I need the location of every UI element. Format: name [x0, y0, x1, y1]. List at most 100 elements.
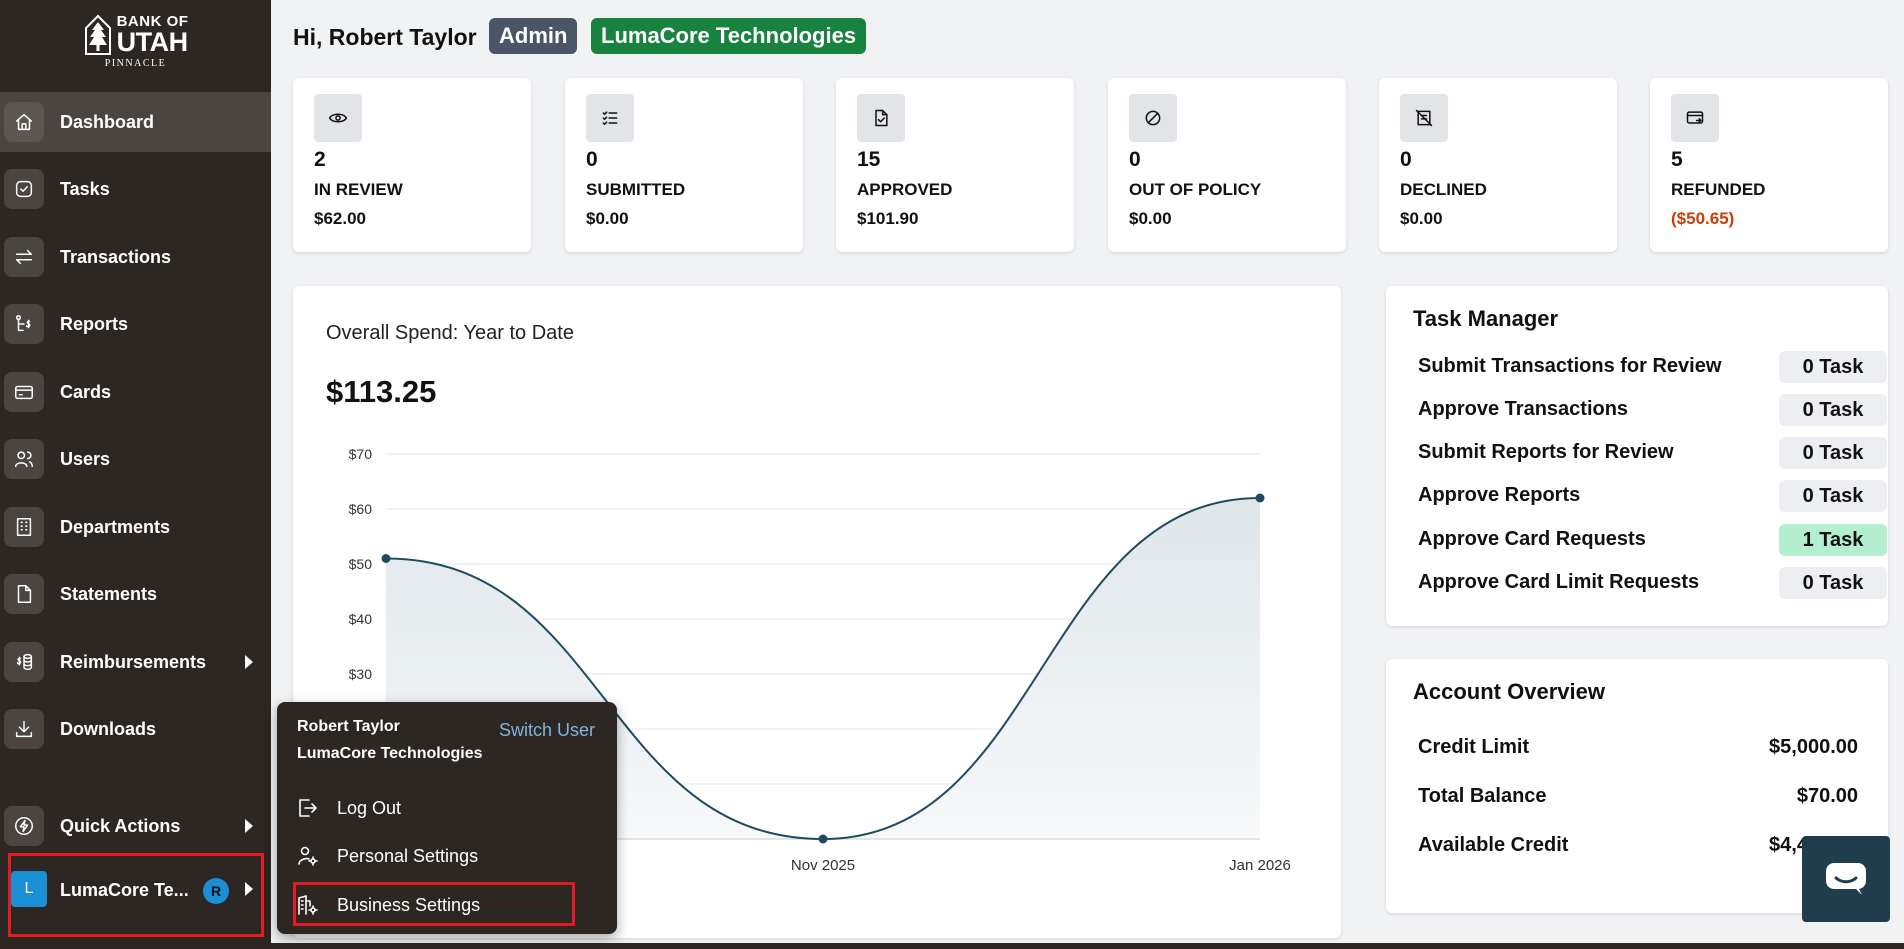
- checklist-icon: [586, 94, 634, 142]
- account-label: Credit Limit: [1418, 736, 1530, 758]
- business-settings-menu-item[interactable]: Business Settings: [295, 887, 595, 923]
- sidebar-item-label: Cards: [60, 381, 112, 402]
- caret-right-icon: [245, 819, 253, 833]
- sidebar-item-label: Tasks: [60, 178, 110, 199]
- y-tick-label: $40: [349, 611, 373, 627]
- stat-amount: $0.00: [586, 209, 629, 228]
- y-tick-label: $60: [349, 501, 373, 517]
- dollar-coins-icon: [4, 642, 44, 682]
- task-count-badge: 0 Task: [1779, 394, 1887, 426]
- sidebar-item-users[interactable]: Users: [0, 429, 271, 489]
- y-tick-label: $50: [349, 556, 373, 572]
- sidebar-item-tasks[interactable]: Tasks: [0, 159, 271, 219]
- company-badge: LumaCore Technologies: [591, 18, 867, 54]
- stat-count: 2: [314, 148, 326, 171]
- stat-label: IN REVIEW: [314, 180, 403, 199]
- task-row[interactable]: Submit Transactions for Review 0 Task: [1418, 350, 1887, 383]
- task-count-badge: 0 Task: [1779, 437, 1887, 469]
- sidebar-item-label: Downloads: [60, 718, 157, 739]
- sidebar-item-reimbursements[interactable]: Reimbursements: [0, 632, 271, 692]
- sidebar-item-quick-actions[interactable]: Quick Actions: [0, 796, 271, 856]
- stat-card-approved[interactable]: 15 APPROVED $101.90: [836, 78, 1074, 252]
- menu-item-label: Log Out: [337, 798, 402, 818]
- task-count-badge: 0 Task: [1779, 480, 1887, 512]
- sidebar-item-label: Reports: [60, 313, 129, 334]
- check-circle-icon: [4, 169, 44, 209]
- stat-card-in-review[interactable]: 2 IN REVIEW $62.00: [293, 78, 531, 252]
- users-icon: [4, 439, 44, 479]
- sidebar-item-label: Dashboard: [60, 111, 155, 132]
- popup-user-name: Robert Taylor: [297, 718, 400, 735]
- stat-card-refunded[interactable]: 5 REFUNDED ($50.65): [1650, 78, 1888, 252]
- sidebar-item-label: Statements: [60, 583, 158, 604]
- switch-user-link[interactable]: Switch User: [499, 720, 595, 741]
- task-label: Submit Transactions for Review: [1418, 355, 1722, 377]
- receipt-off-icon: [1400, 94, 1448, 142]
- stat-card-submitted[interactable]: 0 SUBMITTED $0.00: [565, 78, 803, 252]
- user-gear-icon: [298, 846, 318, 866]
- building-gear-icon: [298, 895, 318, 915]
- file-icon: [4, 574, 44, 614]
- stat-label: OUT OF POLICY: [1129, 180, 1262, 199]
- task-label: Approve Card Requests: [1418, 528, 1646, 550]
- stat-card-declined[interactable]: 0 DECLINED $0.00: [1379, 78, 1617, 252]
- sidebar-item-transactions[interactable]: Transactions: [0, 227, 271, 287]
- x-tick-label: Nov 2025: [791, 857, 855, 874]
- task-row[interactable]: Approve Reports 0 Task: [1418, 479, 1887, 512]
- credit-card-icon: [4, 372, 44, 412]
- popup-org-name: LumaCore Technologies: [297, 745, 483, 762]
- sidebar: BANK OF UTAH PINNACLE Dashboard Tasks Tr…: [0, 0, 271, 949]
- account-row: Total Balance $70.00: [1418, 785, 1858, 815]
- logo-subtitle: PINNACLE: [104, 58, 167, 69]
- y-tick-label: $30: [349, 666, 373, 682]
- menu-item-label: Business Settings: [337, 895, 481, 915]
- sidebar-item-cards[interactable]: Cards: [0, 362, 271, 422]
- stat-label: DECLINED: [1400, 180, 1487, 199]
- chat-support-button[interactable]: [1802, 836, 1890, 922]
- stat-count: 15: [857, 148, 881, 171]
- task-row[interactable]: Approve Card Requests 1 Task: [1418, 523, 1887, 556]
- task-label: Submit Reports for Review: [1418, 441, 1674, 463]
- task-manager-panel: Task Manager Submit Transactions for Rev…: [1386, 286, 1888, 626]
- sidebar-item-dashboard[interactable]: Dashboard: [0, 92, 271, 152]
- sidebar-item-reports[interactable]: Reports: [0, 294, 271, 354]
- logout-menu-item[interactable]: Log Out: [295, 790, 595, 826]
- task-count-badge: 0 Task: [1779, 567, 1887, 599]
- x-tick-label: Jan 2026: [1229, 857, 1291, 874]
- personal-settings-menu-item[interactable]: Personal Settings: [295, 838, 595, 874]
- role-badge: Admin: [489, 18, 578, 54]
- organization-switcher[interactable]: L LumaCore Te... R: [0, 860, 271, 920]
- account-row: Credit Limit $5,000.00: [1418, 736, 1858, 766]
- sidebar-item-label: Quick Actions: [60, 815, 181, 836]
- stat-amount: $0.00: [1129, 209, 1172, 228]
- sidebar-item-label: Users: [60, 448, 111, 469]
- caret-right-icon: [245, 882, 253, 896]
- task-row[interactable]: Approve Card Limit Requests 0 Task: [1418, 566, 1887, 599]
- stat-label: SUBMITTED: [586, 180, 686, 199]
- stat-label: REFUNDED: [1671, 180, 1766, 199]
- file-check-icon: [857, 94, 905, 142]
- user-menu-popup: Robert Taylor LumaCore Technologies Swit…: [277, 702, 617, 934]
- stat-amount: $62.00: [314, 209, 366, 228]
- stat-count: 0: [1129, 148, 1141, 171]
- task-count-badge: 0 Task: [1779, 351, 1887, 383]
- stat-card-out-of-policy[interactable]: 0 OUT OF POLICY $0.00: [1108, 78, 1346, 252]
- data-point: [381, 554, 391, 563]
- task-row[interactable]: Submit Reports for Review 0 Task: [1418, 436, 1887, 469]
- download-icon: [4, 709, 44, 749]
- sidebar-item-statements[interactable]: Statements: [0, 564, 271, 624]
- task-label: Approve Transactions: [1418, 398, 1629, 420]
- user-avatar: R: [203, 878, 229, 904]
- sidebar-item-label: Departments: [60, 516, 171, 537]
- task-row[interactable]: Approve Transactions 0 Task: [1418, 393, 1887, 426]
- logout-icon: [299, 799, 317, 817]
- org-name: LumaCore Te...: [60, 880, 189, 900]
- menu-item-label: Personal Settings: [337, 846, 479, 866]
- greeting: Hi, Robert Taylor: [293, 24, 477, 50]
- sidebar-item-departments[interactable]: Departments: [0, 497, 271, 557]
- sidebar-item-label: Reimbursements: [60, 651, 207, 672]
- sidebar-item-downloads[interactable]: Downloads: [0, 699, 271, 759]
- org-avatar: L: [11, 871, 47, 907]
- bank-logo[interactable]: BANK OF UTAH PINNACLE: [0, 14, 271, 76]
- task-label: Approve Reports: [1418, 484, 1581, 506]
